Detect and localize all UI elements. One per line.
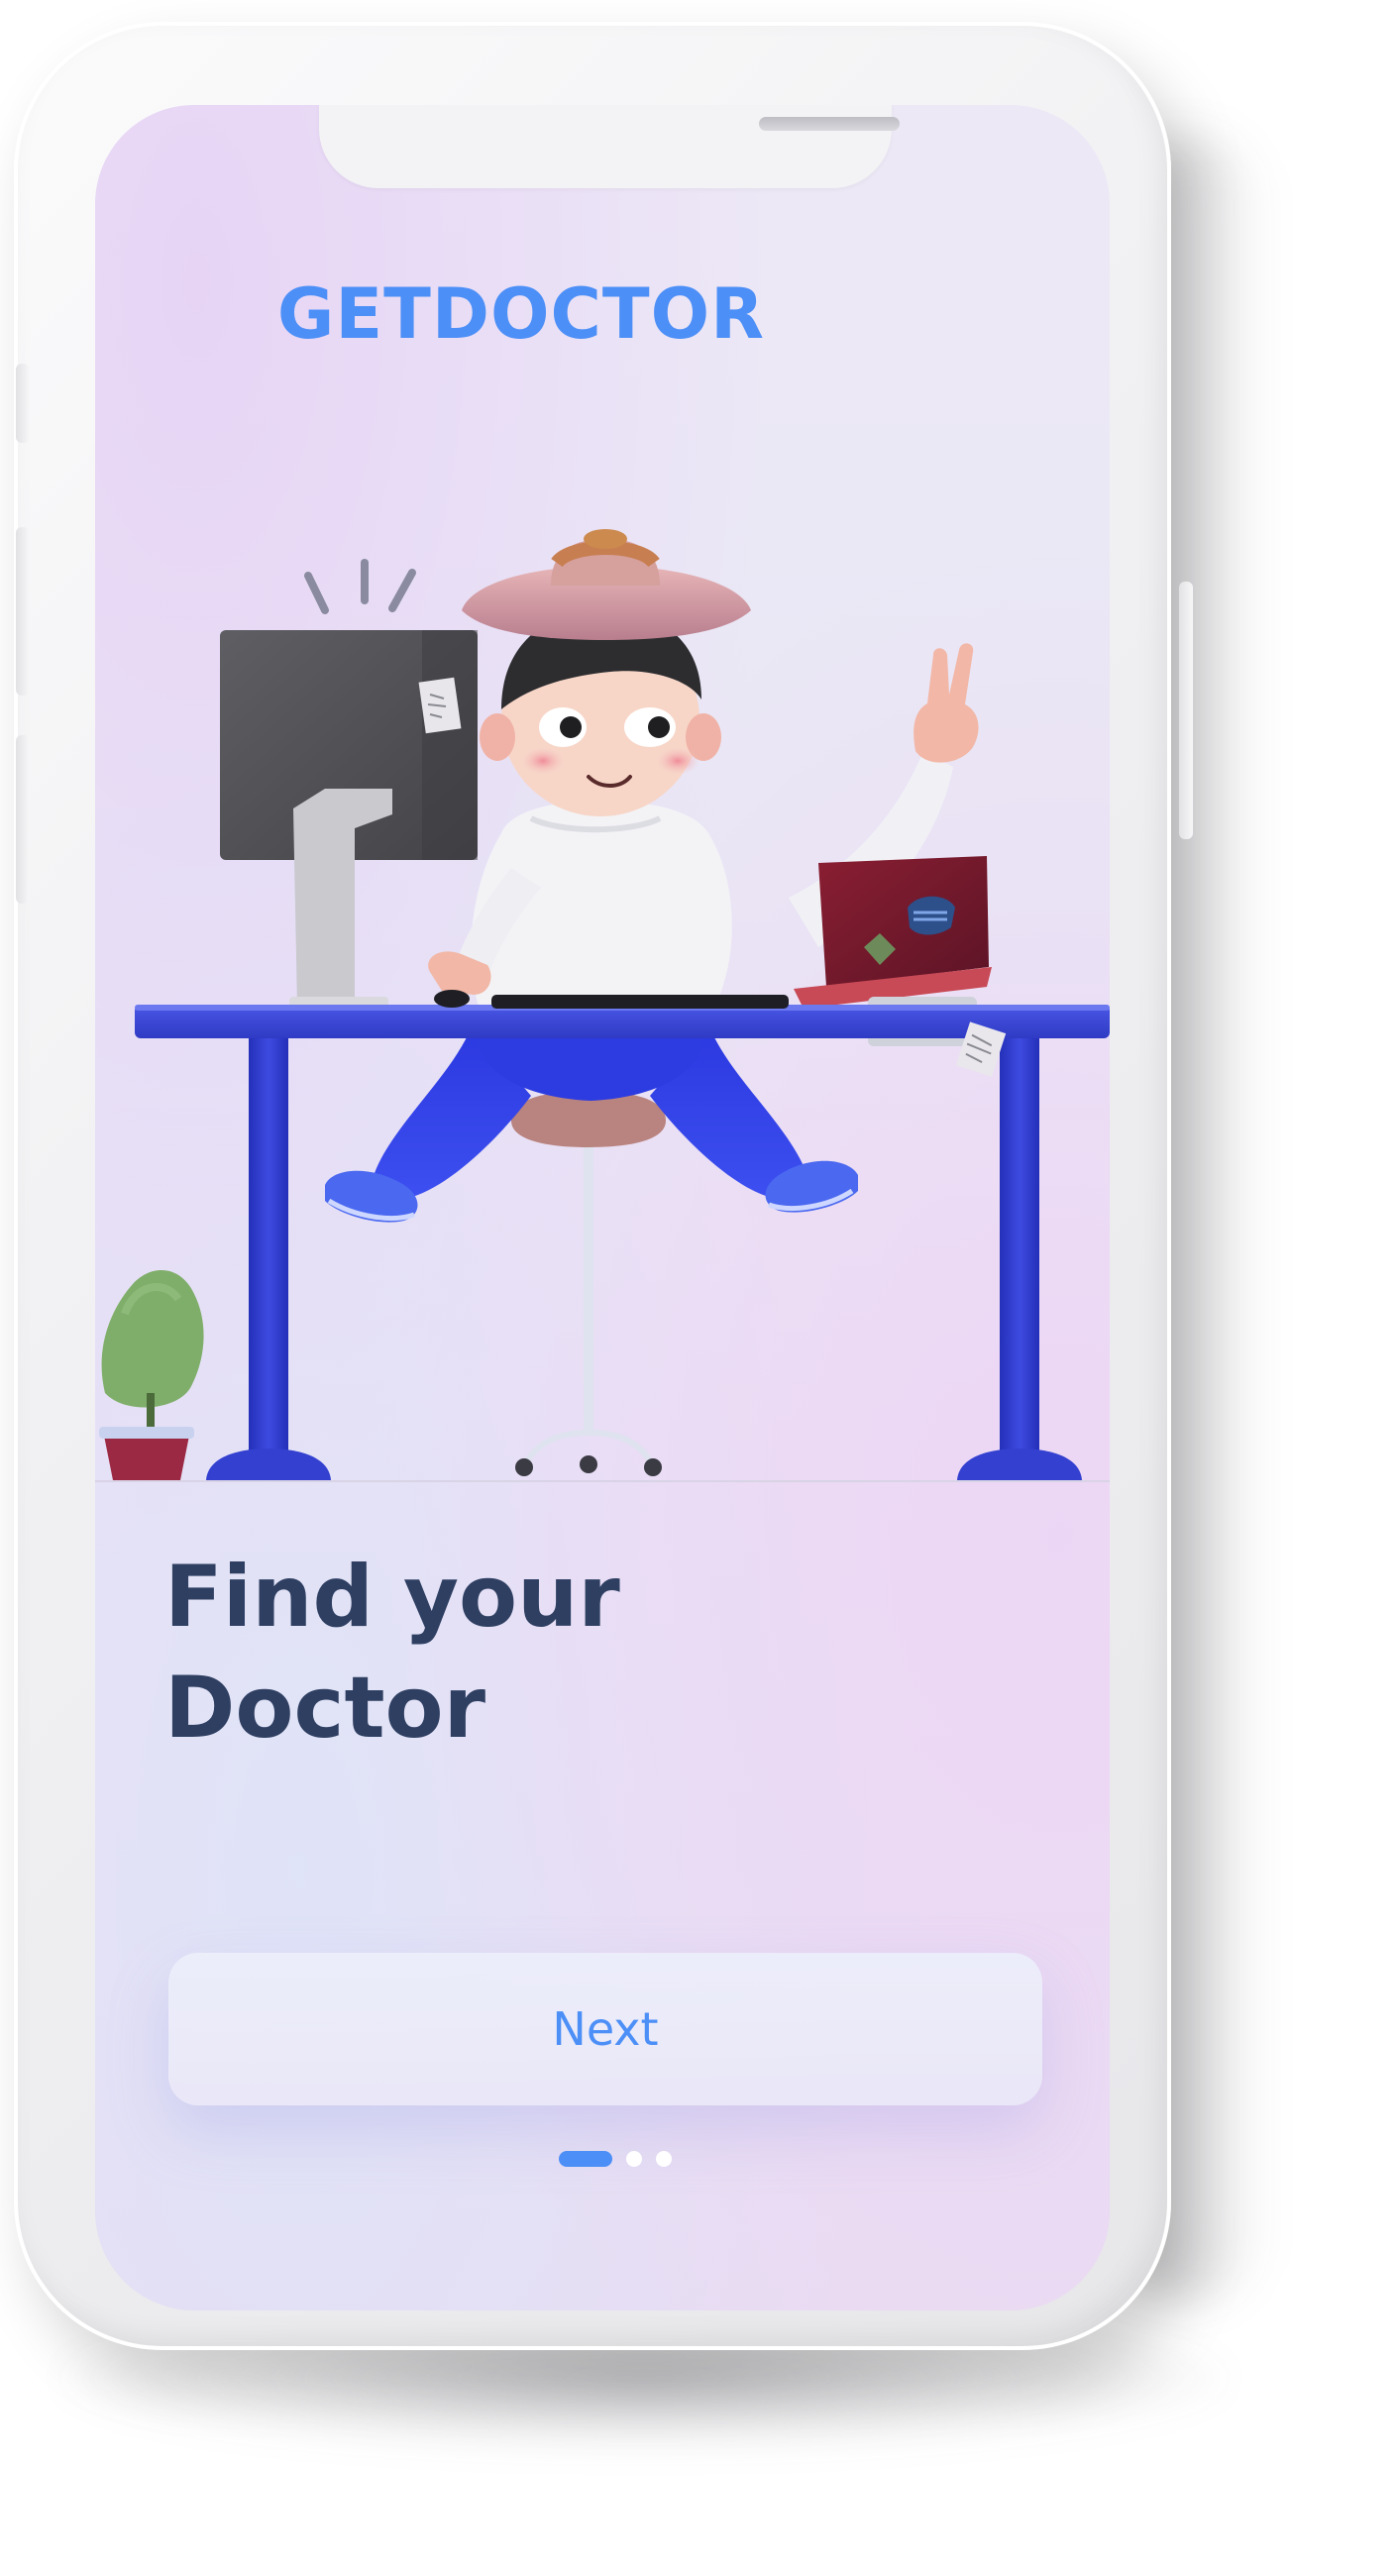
office-chair [511,1091,666,1476]
mockup-stage: GETDOCTOR Find your Doctor Next [0,0,1398,2576]
headline-line-1: Find your [164,1548,620,1647]
page-dot-2[interactable] [626,2151,642,2167]
volume-down-button [16,735,30,904]
app-brand-title: GETDOCTOR [276,273,766,355]
power-button [1179,582,1193,839]
page-dot-1-active[interactable] [559,2151,612,2167]
phone-frame: GETDOCTOR Find your Doctor Next [14,22,1193,2350]
phone-notch [319,105,900,188]
headline-line-2: Doctor [164,1659,486,1758]
next-button[interactable]: Next [168,1953,1042,2105]
volume-up-button [16,527,30,696]
mute-switch [16,364,30,443]
phone-screen: GETDOCTOR Find your Doctor Next [95,105,1110,2310]
page-indicator [559,2150,672,2168]
page-dot-3[interactable] [656,2151,672,2167]
speaker-grille [759,117,900,131]
plant [99,1270,204,1480]
onboarding-headline: Find your Doctor [164,1542,858,1764]
person-at-desk-illustration [95,529,1110,1482]
